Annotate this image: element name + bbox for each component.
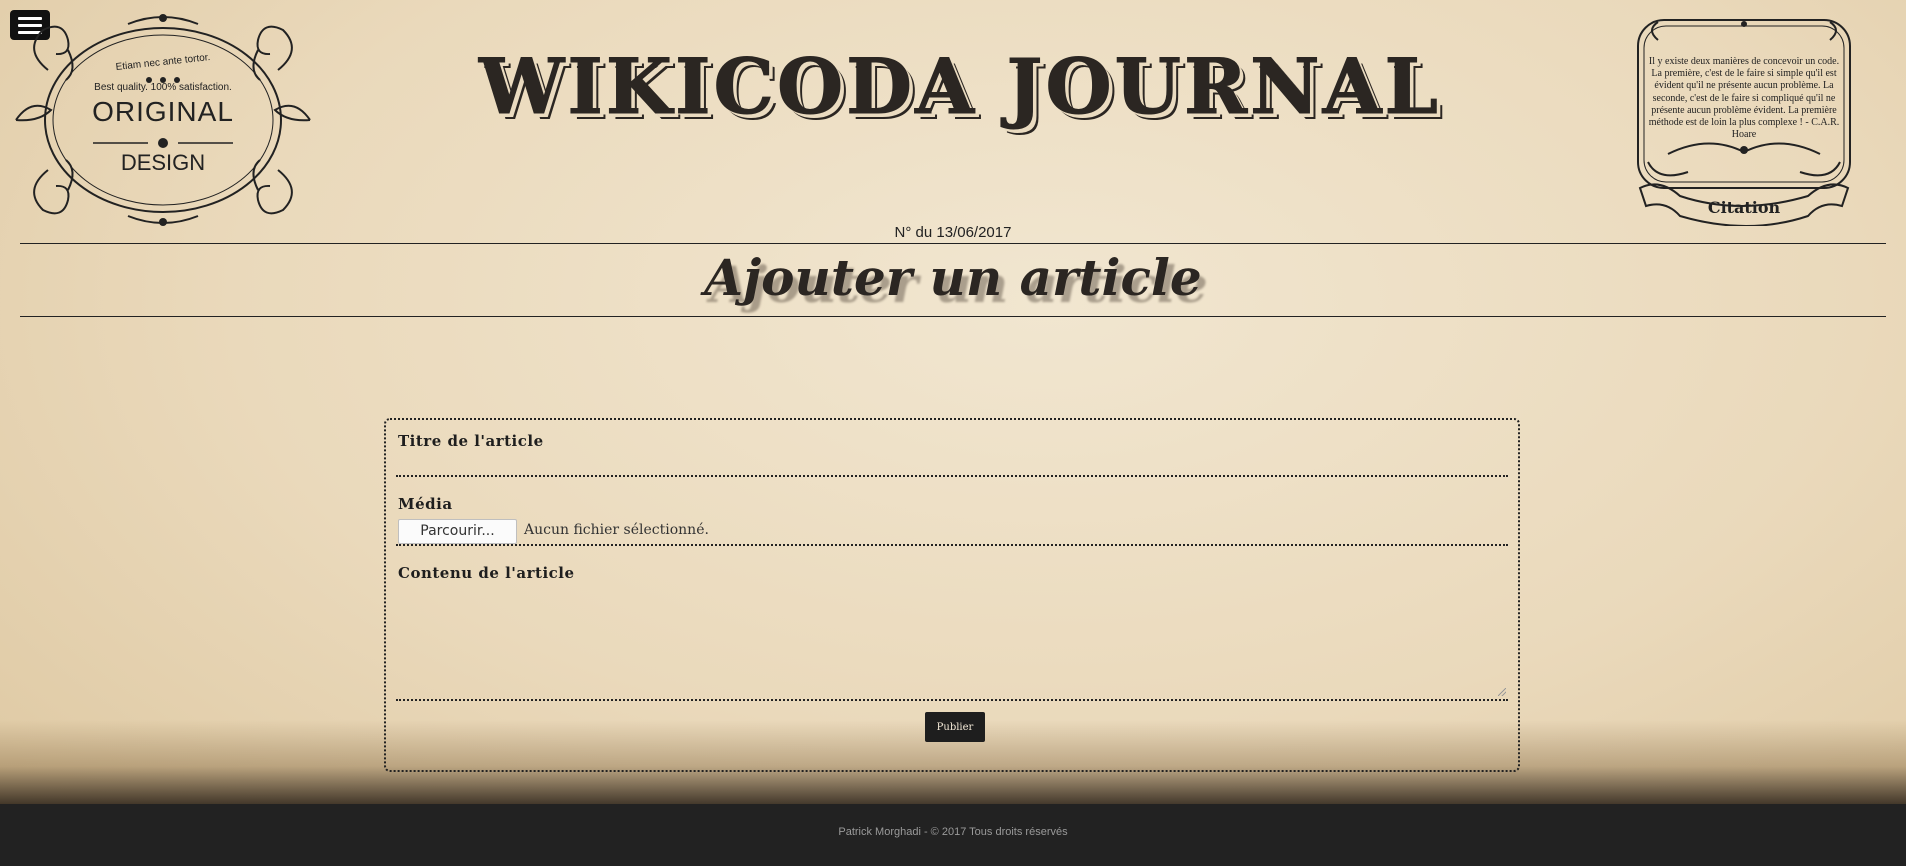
title-label: Titre de l'article [398,432,544,450]
content-label: Contenu de l'article [398,564,575,582]
footer-copyright: Patrick Morghadi - © 2017 Tous droits ré… [838,826,1068,838]
media-underline [396,544,1508,546]
browse-file-button[interactable]: Parcourir... [398,519,517,544]
title-underline [396,475,1508,477]
page-title: Ajouter un article [704,248,1202,307]
logo-design: DESIGN [120,150,206,175]
article-title-input[interactable] [396,453,1508,485]
publish-button[interactable]: Publier [925,712,985,742]
content-underline [396,699,1508,701]
logo-quality: Best quality. 100% satisfaction. [94,82,232,93]
media-label: Média [398,495,453,513]
resize-grip-icon[interactable] [1498,688,1506,696]
original-design-logo: Etiam nec ante tortor. Best quality. 100… [8,10,318,228]
article-content-textarea[interactable] [396,588,1508,696]
logo-original: ORIGINAL [92,96,234,127]
quote-box: Il y existe deux manières de concevoir u… [1628,12,1860,227]
footer: Patrick Morghadi - © 2017 Tous droits ré… [0,804,1906,866]
quote-label: Citation [1707,198,1781,217]
header-divider-top [20,243,1886,244]
quote-text: Il y existe deux manières de concevoir u… [1648,56,1840,141]
add-article-form: Titre de l'article Média Parcourir... Au… [384,418,1520,772]
issue-date: N° du 13/06/2017 [894,224,1012,241]
header-divider-bottom [20,316,1886,317]
site-title: WIKICODA JOURNAL [478,42,1441,132]
file-status: Aucun fichier sélectionné. [524,522,709,538]
